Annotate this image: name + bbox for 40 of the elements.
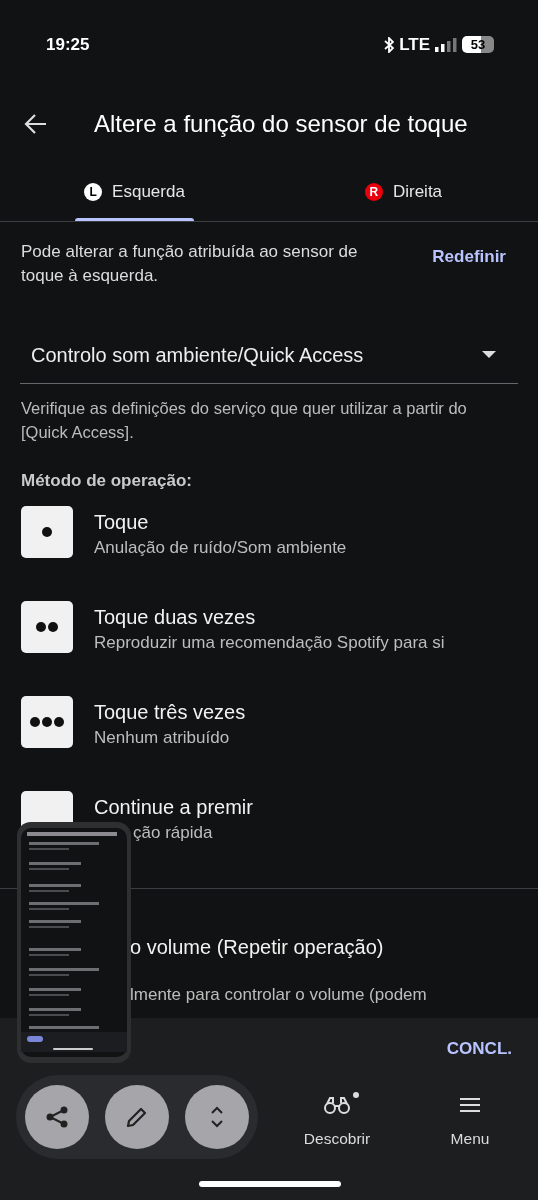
operation-title: Toque duas vezes [94,604,257,630]
share-button[interactable] [25,1085,89,1149]
operation-subtitle: Reproduzir uma recomendação Spotify para si [94,631,445,654]
expand-icon [209,1105,225,1129]
back-arrow-icon[interactable] [24,112,48,136]
operation-subtitle: lmente para controlar o volume (podem [130,984,427,1005]
tap-pattern-icon [21,600,73,653]
operation-title: o volume (Repetir operação) [130,934,384,960]
bluetooth-icon [384,36,395,53]
function-dropdown[interactable]: Controlo som ambiente/Quick Access [20,326,518,384]
section-heading: Método de operação: [20,470,193,492]
tab[interactable]: R Direita [358,162,449,221]
page-title: Altere a função do sensor de toque [94,109,468,139]
done-button[interactable]: CONCL. [446,1036,512,1062]
battery-indicator: 53 [462,36,494,54]
note-text: Verifique as definições do serviço que quer utilizar a partir do [Quick Access]. [20,398,468,443]
tap-pattern-icon [21,505,73,558]
nav-item[interactable]: Descobrir [300,1093,374,1153]
operation-subtitle: Nenhum atribuído [94,726,231,749]
operation-title: Continue a premir [94,794,253,820]
scroll-button[interactable] [185,1085,249,1149]
side-badge: R [364,182,383,201]
operation-subtitle: ção rápida [132,821,213,844]
dropdown-caret-icon [482,351,496,358]
status-time: 19:25 [46,34,90,56]
reset-link[interactable]: Redefinir [432,240,506,270]
pencil-icon [125,1105,149,1129]
tap-pattern-icon [21,695,73,748]
tab[interactable]: L Esquerda [78,162,191,221]
share-icon [45,1105,69,1129]
network-label: LTE [399,34,430,56]
signal-icon [435,37,457,52]
side-badge: L [84,182,103,201]
operation-title: Toque [94,509,150,535]
nav-item[interactable]: Menu [433,1093,507,1153]
operation-title: Toque três vezes [94,699,246,725]
description-text: Pode alterar a função atribuída ao sensor de toque à esquerda. [21,241,359,287]
menu-icon [460,1097,480,1113]
operation-subtitle: Anulação de ruído/Som ambiente [94,536,347,559]
binoculars-icon [324,1096,350,1114]
